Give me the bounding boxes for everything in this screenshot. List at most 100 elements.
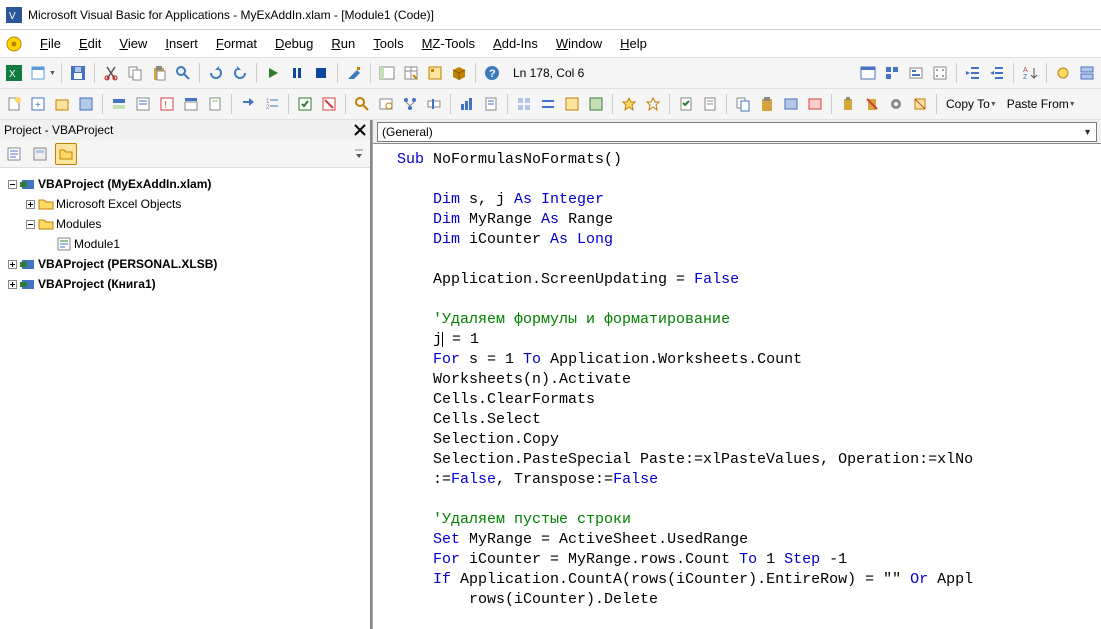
mz-addmodule-button[interactable]: +: [27, 93, 49, 115]
mz-template-button[interactable]: [204, 93, 226, 115]
mz-sort-button[interactable]: AZ: [1019, 62, 1041, 84]
mz-clipboard-button[interactable]: [837, 93, 859, 115]
menu-file[interactable]: File: [32, 32, 69, 55]
menu-edit[interactable]: Edit: [71, 32, 109, 55]
tree-module-1[interactable]: Module1: [4, 234, 366, 254]
mz-clip1-button[interactable]: [780, 93, 802, 115]
redo-button[interactable]: [229, 62, 251, 84]
expander-plus-icon[interactable]: [22, 196, 38, 212]
tree-folder-modules[interactable]: Modules: [4, 214, 366, 234]
mz-break-button[interactable]: [1052, 62, 1074, 84]
mz-favadd-button[interactable]: [618, 93, 640, 115]
mz-new-button[interactable]: [3, 93, 25, 115]
mz-multi2-button[interactable]: [585, 93, 607, 115]
mz-options-button[interactable]: [885, 93, 907, 115]
tree-label: VBAProject (PERSONAL.XLSB): [36, 257, 217, 271]
save-button[interactable]: [67, 62, 89, 84]
expander-minus-icon[interactable]: [22, 216, 38, 232]
insert-module-button[interactable]: [27, 62, 49, 84]
expander-plus-icon[interactable]: [4, 276, 20, 292]
tree-project-1[interactable]: VBAProject (MyExAddIn.xlam): [4, 174, 366, 194]
mz-findresults-button[interactable]: [375, 93, 397, 115]
mz-taskadd-button[interactable]: [675, 93, 697, 115]
vbaproject-icon: [20, 176, 36, 192]
help-button[interactable]: ?: [481, 62, 503, 84]
close-panel-button[interactable]: [350, 120, 370, 140]
object-dropdown[interactable]: (General) ▼: [377, 122, 1097, 142]
mz-codeelement-button[interactable]: [132, 93, 154, 115]
mz-find-button[interactable]: [351, 93, 373, 115]
tree-label: Microsoft Excel Objects: [54, 197, 181, 211]
menu-format[interactable]: Format: [208, 32, 265, 55]
find-button[interactable]: [172, 62, 194, 84]
view-excel-button[interactable]: X: [3, 62, 25, 84]
indent-button[interactable]: [962, 62, 984, 84]
tree-project-2[interactable]: VBAProject (PERSONAL.XLSB): [4, 254, 366, 274]
mz-favlist-button[interactable]: [642, 93, 664, 115]
dropdown-arrow-icon[interactable]: ▼: [49, 70, 56, 77]
mz-convert-button[interactable]: [237, 93, 259, 115]
expander-plus-icon[interactable]: [4, 256, 20, 272]
view-code-button[interactable]: [3, 143, 25, 165]
mz-extra-button[interactable]: [909, 93, 931, 115]
separator: [256, 63, 257, 83]
menu-view[interactable]: View: [111, 32, 155, 55]
menu-mztools[interactable]: MZ-Tools: [414, 32, 483, 55]
mz-stats-button[interactable]: [456, 93, 478, 115]
properties-button[interactable]: [400, 62, 422, 84]
menu-tools[interactable]: Tools: [365, 32, 411, 55]
mz-multi1-button[interactable]: [561, 93, 583, 115]
mz-doc-button[interactable]: [480, 93, 502, 115]
mz-addform-button[interactable]: [75, 93, 97, 115]
reset-button[interactable]: [310, 62, 332, 84]
menu-debug[interactable]: Debug: [267, 32, 321, 55]
tree-folder-excel-objects[interactable]: Microsoft Excel Objects: [4, 194, 366, 214]
mz-rename-button[interactable]: [423, 93, 445, 115]
mz-header-button[interactable]: [180, 93, 202, 115]
mz-tabindex-button[interactable]: [881, 62, 903, 84]
run-button[interactable]: [262, 62, 284, 84]
undo-button[interactable]: [205, 62, 227, 84]
copy-button[interactable]: [124, 62, 146, 84]
code-editor[interactable]: Sub NoFormulasNoFormats() Dim s, j As In…: [373, 144, 1101, 629]
menu-help[interactable]: Help: [612, 32, 655, 55]
mz-split-button[interactable]: [1076, 62, 1098, 84]
object-browser-button[interactable]: [424, 62, 446, 84]
mz-project-explorer-button[interactable]: [857, 62, 879, 84]
cut-button[interactable]: [100, 62, 122, 84]
break-button[interactable]: [286, 62, 308, 84]
mz-sort-proc-button[interactable]: [513, 93, 535, 115]
menu-run[interactable]: Run: [323, 32, 363, 55]
mz-paste-button[interactable]: [756, 93, 778, 115]
paste-from-button[interactable]: Paste From▼: [1003, 93, 1080, 115]
menu-window[interactable]: Window: [548, 32, 610, 55]
mz-clearclip-button[interactable]: [861, 93, 883, 115]
mz-errorhandler-button[interactable]: !: [156, 93, 178, 115]
view-object-button[interactable]: [29, 143, 51, 165]
toolbox-button[interactable]: [448, 62, 470, 84]
toggle-folders-button[interactable]: [55, 143, 77, 165]
design-mode-button[interactable]: [343, 62, 365, 84]
menu-insert[interactable]: Insert: [157, 32, 206, 55]
mz-procedurecallers-button[interactable]: [399, 93, 421, 115]
mz-tasklist-button[interactable]: [699, 93, 721, 115]
mz-control-explorer-button[interactable]: [905, 62, 927, 84]
mz-deadcode-button[interactable]: [318, 93, 340, 115]
mztools-icon[interactable]: [4, 34, 24, 54]
tree-project-3[interactable]: VBAProject (Книга1): [4, 274, 366, 294]
mz-addclass-button[interactable]: [51, 93, 73, 115]
mz-splitlines-button[interactable]: [537, 93, 559, 115]
paste-button[interactable]: [148, 62, 170, 84]
mz-procedure-button[interactable]: [108, 93, 130, 115]
project-explorer-button[interactable]: [376, 62, 398, 84]
mz-clip2-button[interactable]: [804, 93, 826, 115]
menu-addins[interactable]: Add-Ins: [485, 32, 546, 55]
mz-review-button[interactable]: [294, 93, 316, 115]
mz-designer-button[interactable]: [929, 62, 951, 84]
mz-copy-button[interactable]: [732, 93, 754, 115]
expander-minus-icon[interactable]: [4, 176, 20, 192]
copy-to-button[interactable]: Copy To▼: [942, 93, 1001, 115]
dropdown-icon[interactable]: [351, 143, 367, 165]
outdent-button[interactable]: [986, 62, 1008, 84]
mz-linenums-button[interactable]: 12: [261, 93, 283, 115]
